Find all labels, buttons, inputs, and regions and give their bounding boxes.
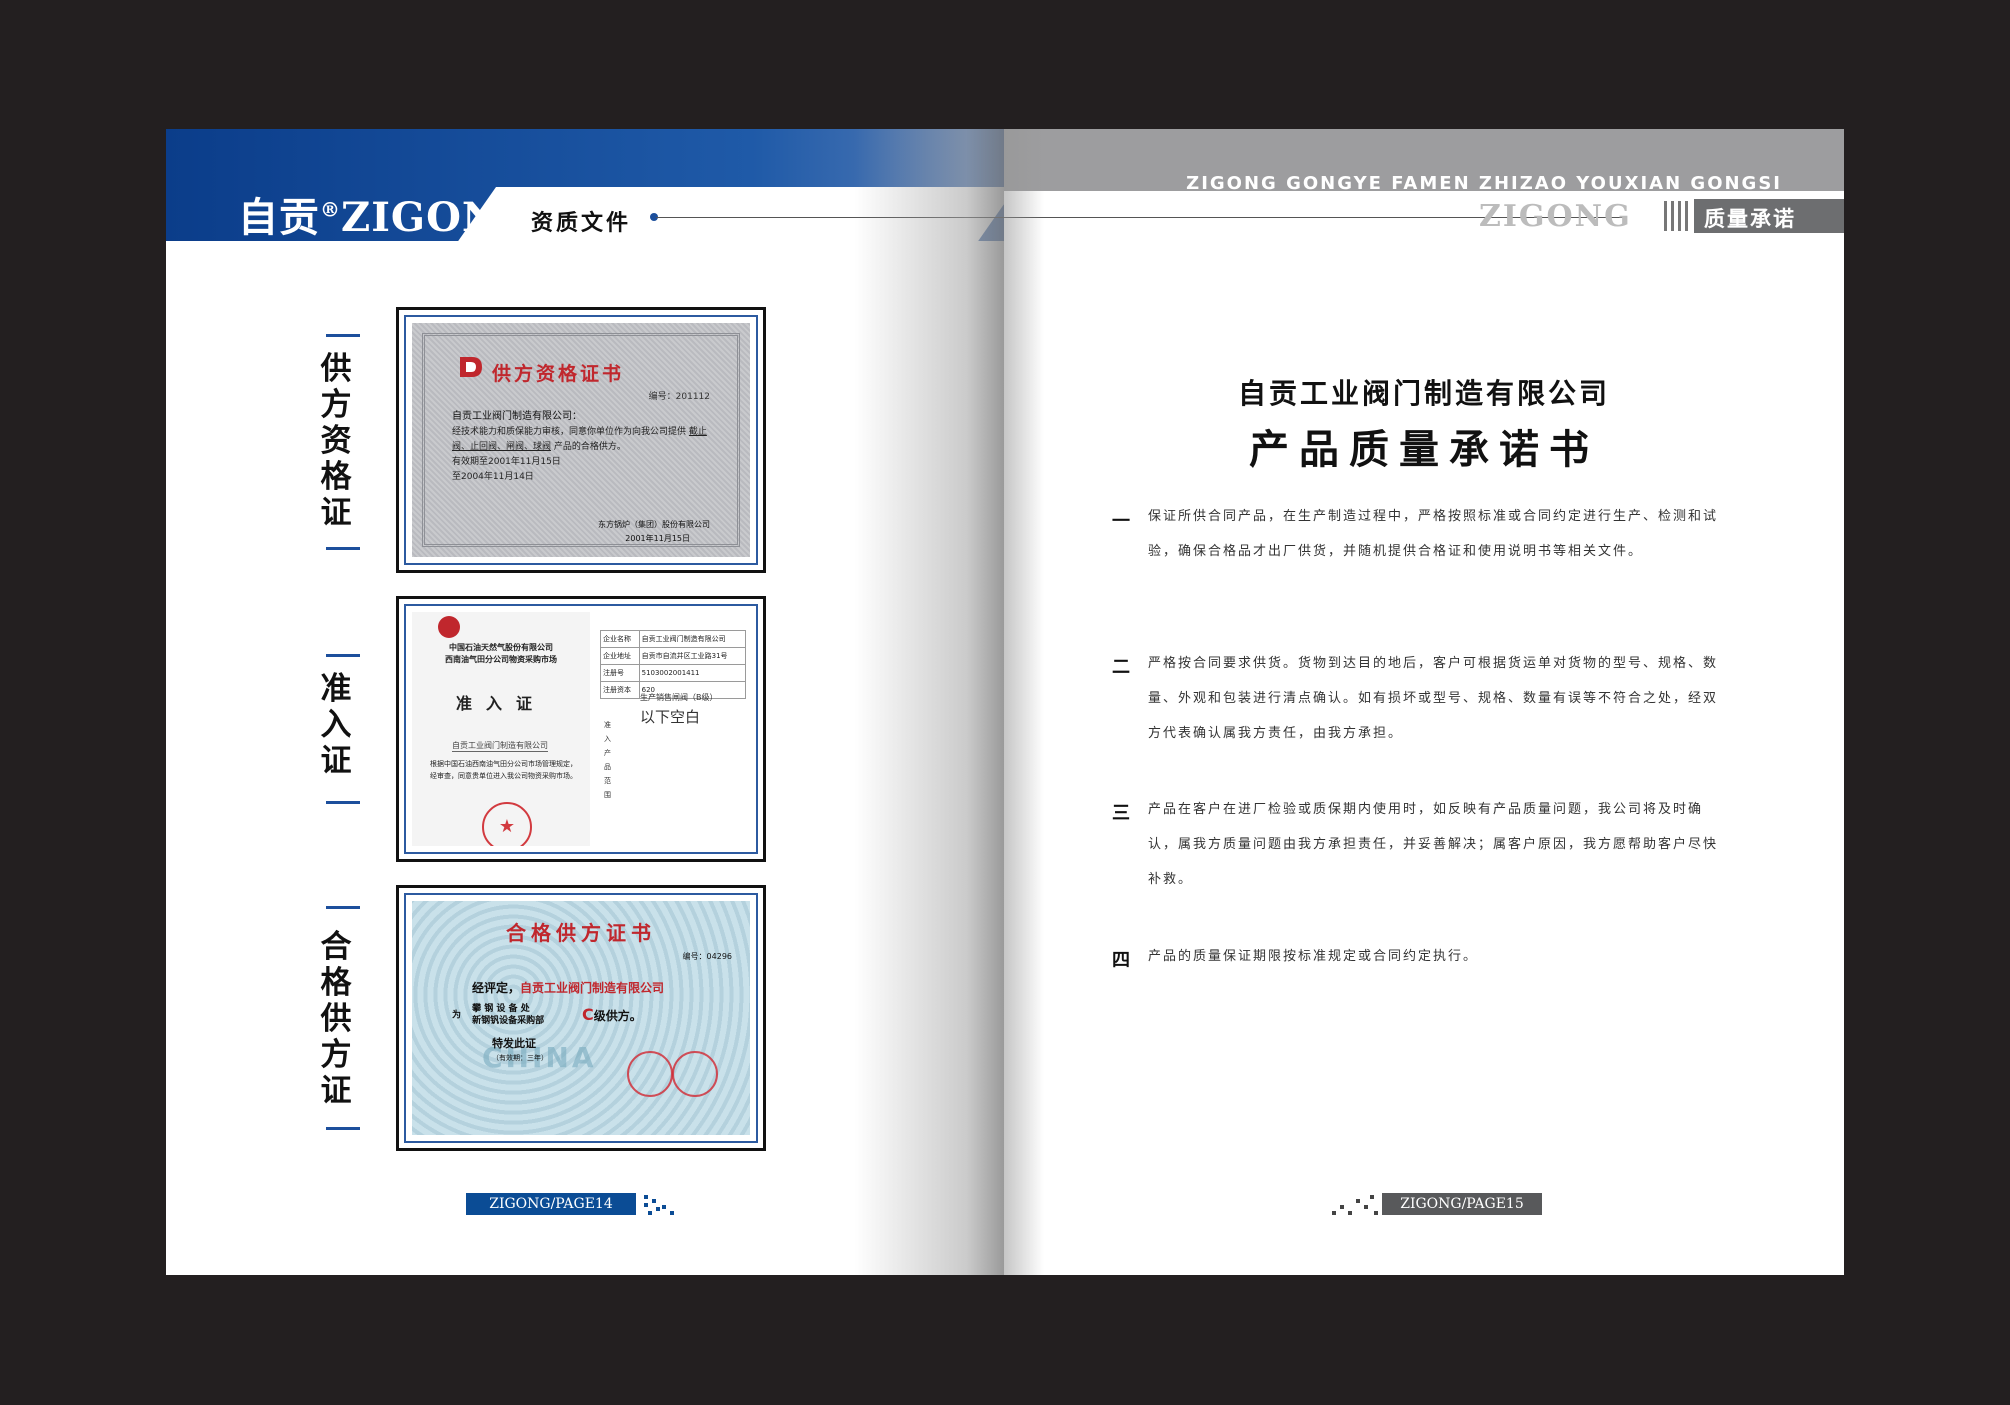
bars-decoration-icon <box>1664 201 1694 231</box>
cert-grade: C级供方。 <box>582 1005 642 1024</box>
cert-scope: 生产销售闸阀（B级） <box>640 693 718 702</box>
cert-title: 合格供方证书 <box>506 921 656 945</box>
red-seal-icon <box>672 1051 718 1097</box>
cert-body: 根据中国石油西南油气田分公司市场管理规定，经审查，同意贵单位进入我公司物资采购市… <box>430 760 577 780</box>
commitment-item: 产品的质量保证期限按标准规定或合同约定执行。 <box>1148 949 1479 964</box>
left-page: 自贡®ZIGONG 资质文件 供方资格证 准入证 合格供方证 供方资格证书 编号… <box>166 129 1004 1275</box>
company-title: 自贡工业阀门制造有限公司 <box>1237 377 1610 410</box>
cert-number: 编号：201112 <box>648 392 710 402</box>
red-seal-icon <box>627 1051 673 1097</box>
label-access: 准入证 <box>320 671 352 779</box>
cert-title: 供方资格证书 <box>492 363 625 385</box>
cert-recipient: 自贡工业阀门制造有限公司： <box>452 411 582 422</box>
brand-en: ZIGONG <box>341 194 535 241</box>
commitment-item: 保证所供合同产品，在生产制造过程中，严格按照标准或合同约定进行生产、检测和试验，… <box>1148 509 1719 559</box>
certificate-supplier-qualification: 供方资格证书 编号：201112 自贡工业阀门制造有限公司： 经技术能力和质保能… <box>396 307 766 573</box>
company-logo-icon <box>460 357 482 377</box>
brand-logo: 自贡®ZIGONG <box>238 185 535 243</box>
label-bar <box>326 654 360 657</box>
commitment-item: 产品在客户在进厂检验或质保期内使用时，如反映有产品质量问题，我公司将及时确认，属… <box>1148 802 1719 887</box>
cert-number: 编号：04296 <box>682 952 732 961</box>
document-title: 产品质量承诺书 <box>1249 426 1599 473</box>
registered-mark-icon: ® <box>320 197 341 222</box>
item-number: 三 <box>1112 803 1130 824</box>
brochure-spread: 自贡®ZIGONG 资质文件 供方资格证 准入证 合格供方证 供方资格证书 编号… <box>166 129 1844 1275</box>
item-number: 二 <box>1112 657 1130 678</box>
cert-table: 企业名称 自贡工业阀门制造有限公司 企业地址 自贡市自流井区工业路31号 注册号 51… <box>600 630 747 699</box>
header-brand: ZIGONG <box>1479 199 1632 234</box>
cert-line-2: 为 攀 钢 设 备 处 新钢钒设备采购部 <box>452 1004 545 1026</box>
label-bar <box>326 1127 360 1130</box>
label-supplier-qualification: 供方资格证 <box>320 351 352 531</box>
table-row: 注册号 5103002001411 <box>600 664 747 682</box>
certificate-access: 中国石油天然气股份有限公司 西南油气田分公司物资采购市场 准入证 自贡工业阀门制… <box>396 596 766 862</box>
cert-issuer: 东方锅炉（集团）股份有限公司 <box>598 520 710 529</box>
certificate-qualified-supplier: CHINA 合格供方证书 编号：04296 经评定，自贡工业阀门制造有限公司 为… <box>396 885 766 1151</box>
cert-company: 自贡工业阀门制造有限公司 <box>452 741 548 752</box>
gutter-shadow <box>1004 129 1044 1275</box>
label-bar <box>326 547 360 550</box>
item-number: 四 <box>1112 950 1130 971</box>
section-title: 质量承诺 <box>1704 206 1796 231</box>
label-bar <box>326 334 360 337</box>
label-bar <box>326 906 360 909</box>
right-page: ZIGONG GONGYE FAMEN ZHIZAO YOUXIAN GONGS… <box>1004 129 1844 1275</box>
cert-date: 2001年11月15日 <box>625 534 690 543</box>
cert-org: 中国石油天然气股份有限公司 西南油气田分公司物资采购市场 <box>445 643 557 664</box>
gutter-shadow <box>854 129 1004 1275</box>
brand-cn: 自贡 <box>238 194 320 241</box>
company-logo-icon <box>438 616 460 638</box>
commitment-item: 严格按合同要求供货。货物到达目的地后，客户可根据货运单对货物的型号、规格、数量、… <box>1148 656 1719 741</box>
header-company-en: ZIGONG GONGYE FAMEN ZHIZAO YOUXIAN GONGS… <box>1186 173 1782 194</box>
cert-issue: 特发此证 <box>492 1037 536 1050</box>
table-row: 企业名称 自贡工业阀门制造有限公司 <box>600 630 747 648</box>
cert-title: 准入证 <box>455 694 546 713</box>
section-title: 资质文件 <box>531 210 632 236</box>
cert-blank-note: 以下空白 <box>640 708 701 726</box>
page-footer-left: ZIGONG/PAGE14 <box>466 1193 636 1215</box>
item-number: 一 <box>1112 511 1130 532</box>
cert-body: 经技术能力和质保能力审核，同意你单位作为向我公司提供 截止阀、止回阀、闸阀、球阀… <box>452 427 707 482</box>
cert-line-1: 经评定，自贡工业阀门制造有限公司 <box>472 981 665 995</box>
page-footer-right: ZIGONG/PAGE15 <box>1382 1193 1542 1215</box>
cert-validity: （有效期：三年） <box>492 1054 548 1062</box>
label-bar <box>326 801 360 804</box>
label-qualified-supplier: 合格供方证 <box>320 929 352 1109</box>
cert-side-label: 准入产品范围 <box>604 721 611 799</box>
table-row: 企业地址 自贡市自流井区工业路31号 <box>600 647 747 665</box>
red-seal-icon: ★ <box>482 802 532 846</box>
